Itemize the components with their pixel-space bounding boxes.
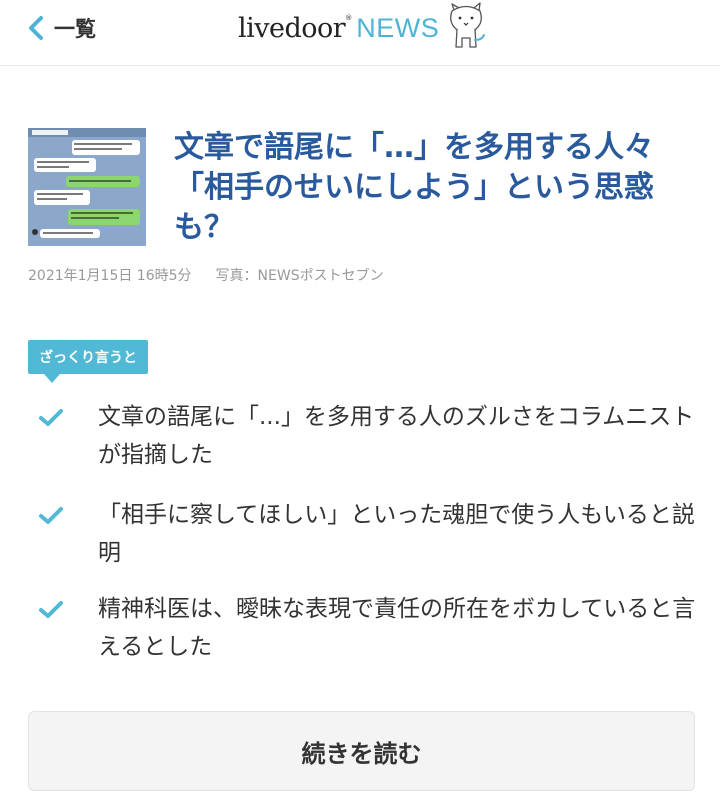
summary-tag: ざっくり言うと: [28, 340, 148, 374]
chat-screenshot-image: [28, 128, 146, 246]
summary-tag-pointer: [44, 374, 60, 383]
chevron-left-icon: [24, 14, 48, 42]
summary-point-text: 文章の語尾に「...」を多用する人のズルさをコラムニストが指摘した: [98, 404, 695, 468]
logo-livedoor-text: livedoor: [238, 12, 346, 44]
article-meta: 2021年1月15日 16時5分 写真：NEWSポストセブン: [28, 265, 384, 285]
read-more-label: 続きを読む: [301, 739, 422, 768]
article-thumbnail[interactable]: [28, 128, 146, 246]
back-label: 一覧: [54, 17, 96, 41]
check-icon: [39, 601, 63, 618]
article-date: 2021年1月15日 16時5分: [28, 268, 192, 284]
summary-point-text: 「相手に察してほしい」といった魂胆で使う人もいると説明: [98, 502, 695, 566]
mascot-dog-icon: [450, 2, 485, 48]
summary-point-text: 精神科医は、曖昧な表現で責任の所在をボカしていると言えるとした: [98, 596, 696, 660]
back-to-list-button[interactable]: 一覧: [24, 12, 96, 44]
logo-news-text: NEWS: [356, 12, 440, 43]
article-title: 文章で語尾に「…」を多用する人々 「相手のせいにしよう」という思惑も？: [174, 130, 654, 245]
read-more-button[interactable]: 続きを読む: [28, 711, 695, 791]
logo-registered-mark: ®: [345, 14, 353, 22]
livedoor-news-logo[interactable]: livedoor ® NEWS: [238, 6, 439, 50]
photo-credit: 写真：NEWSポストセブン: [215, 268, 384, 284]
app-header: 一覧 livedoor ® NEWS: [0, 0, 720, 66]
check-icon: [39, 409, 63, 426]
check-icon: [39, 507, 63, 524]
